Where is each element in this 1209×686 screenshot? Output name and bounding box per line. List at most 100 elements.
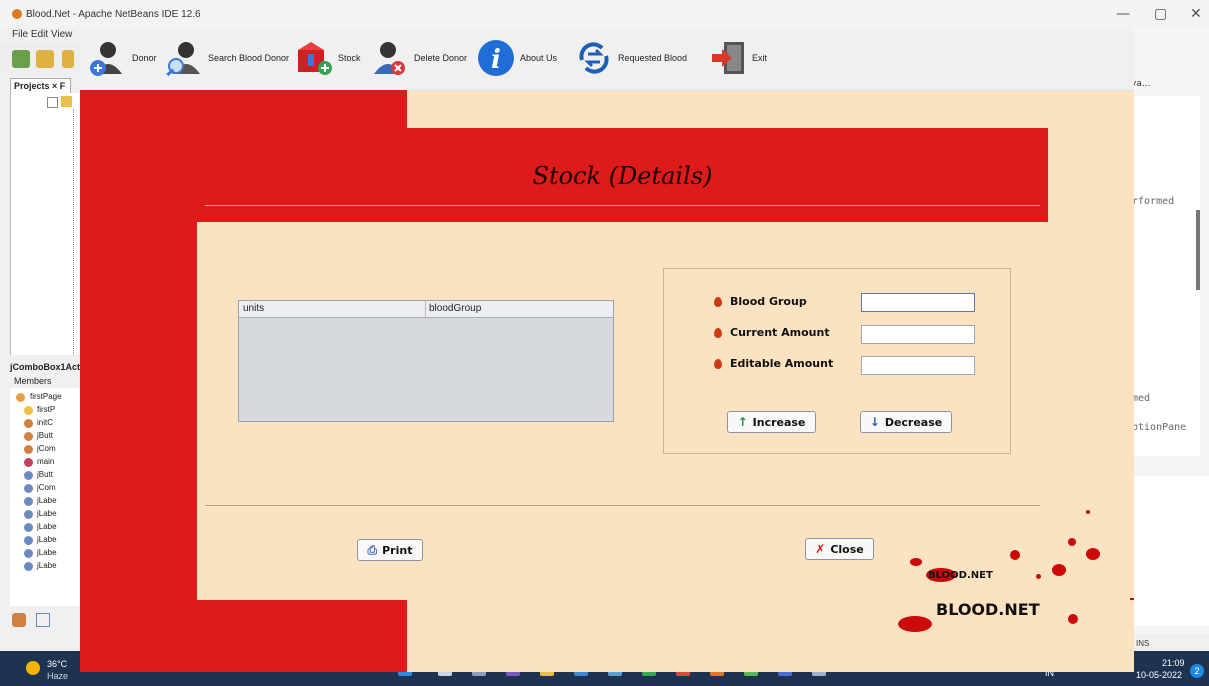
close-x-icon: ✗ (815, 542, 826, 556)
splatter (1086, 548, 1100, 560)
app-toolbar: Donor Search Blood Donor Stock Delete Do… (80, 28, 1134, 91)
new-project-icon[interactable] (12, 50, 30, 68)
weather-sun-icon[interactable] (26, 661, 40, 675)
field-icon (24, 549, 33, 558)
minimize-button[interactable]: — (1116, 6, 1130, 22)
member-item[interactable]: initC (37, 418, 53, 427)
field-icon (24, 497, 33, 506)
refresh-arrows-icon (579, 42, 609, 74)
filter-icon[interactable] (12, 613, 26, 627)
weather-description[interactable]: Haze (47, 671, 68, 681)
exit-label: Exit (752, 53, 768, 63)
red-bottom-block (197, 600, 407, 672)
splatter (1010, 550, 1020, 560)
arrow-up-icon: ↑ (737, 415, 748, 429)
stock-table[interactable]: units bloodGroup (238, 300, 614, 422)
member-item[interactable]: firstP (37, 405, 55, 414)
column-separator[interactable] (425, 301, 426, 317)
notification-badge[interactable]: 2 (1190, 664, 1204, 678)
splatter (1036, 574, 1041, 579)
member-item[interactable]: jLabe (37, 561, 57, 570)
clock-date[interactable]: 10-05-2022 (1136, 670, 1182, 680)
code-line: ptionPane (1132, 422, 1187, 433)
weather-temperature[interactable]: 36°C (47, 659, 67, 669)
add-user-icon (90, 42, 122, 76)
increase-button[interactable]: ↑ Increase (727, 411, 816, 433)
splatter (1086, 510, 1090, 514)
project-tree[interactable] (10, 93, 81, 355)
print-button[interactable]: ⎙ Print (357, 539, 423, 561)
splatter (1052, 564, 1066, 576)
field-icon (24, 484, 33, 493)
members-label: Members (14, 376, 52, 386)
constructor-icon (24, 406, 33, 415)
about-us-label: About Us (520, 53, 558, 63)
title-divider (205, 205, 1040, 206)
member-item[interactable]: jButt (37, 431, 53, 440)
requested-blood-label: Requested Blood (618, 53, 688, 63)
field-icon (24, 536, 33, 545)
tab-projects[interactable]: Projects × F (10, 78, 71, 94)
splatter (898, 616, 932, 632)
stock-box-icon (298, 42, 332, 75)
blood-drop-icon (714, 359, 722, 369)
close-label: Close (830, 542, 864, 556)
donor-button[interactable]: Donor (88, 34, 157, 82)
maximize-button[interactable]: ▢ (1154, 6, 1167, 22)
requested-blood-button[interactable]: Requested Blood (574, 34, 687, 82)
table-header: units bloodGroup (239, 301, 613, 318)
member-item[interactable]: jLabe (37, 535, 57, 544)
close-button[interactable]: ✗ Close (805, 538, 874, 560)
page-title: Stock (Details) (532, 162, 713, 190)
splatter (1068, 614, 1078, 624)
exit-button[interactable]: Exit (708, 34, 767, 82)
method-icon (24, 432, 33, 441)
splatter (910, 558, 922, 566)
member-item[interactable]: firstPage (30, 392, 62, 401)
about-us-button[interactable]: i About Us (476, 34, 557, 82)
donor-label: Donor (132, 53, 157, 63)
fields-filter-icon[interactable] (36, 613, 50, 627)
exit-door-icon (712, 42, 744, 74)
member-item[interactable]: jCom (37, 444, 56, 453)
member-item[interactable]: jLabe (37, 522, 57, 531)
column-header-units[interactable]: units (243, 303, 264, 314)
open-project-icon[interactable] (36, 50, 54, 68)
svg-text:i: i (491, 45, 501, 75)
info-icon: i (478, 40, 514, 76)
method-icon (24, 419, 33, 428)
stock-button[interactable]: Stock (294, 34, 361, 82)
current-amount-input[interactable] (861, 325, 975, 344)
ide-menu-bar[interactable]: File Edit View (12, 29, 72, 40)
expand-icon[interactable] (47, 97, 58, 108)
delete-donor-button[interactable]: Delete Donor (370, 34, 467, 82)
search-user-icon (166, 42, 200, 77)
search-blood-donor-button[interactable]: Search Blood Donor (164, 34, 289, 82)
member-item[interactable]: jCom (37, 483, 56, 492)
close-window-button[interactable]: ✕ (1190, 6, 1202, 22)
editable-amount-input[interactable] (861, 356, 975, 375)
member-item[interactable]: jLabe (37, 548, 57, 557)
splatter (1068, 538, 1076, 546)
decrease-label: Decrease (884, 415, 943, 429)
decrease-button[interactable]: ↓ Decrease (860, 411, 952, 433)
output-panel (1128, 476, 1209, 626)
blood-group-input[interactable] (861, 293, 975, 312)
member-item[interactable]: jLabe (37, 496, 57, 505)
code-editor[interactable]: rformed med ptionPane (1128, 96, 1200, 456)
field-icon (24, 523, 33, 532)
column-header-blood-group[interactable]: bloodGroup (429, 303, 481, 314)
editor-scrollbar[interactable] (1196, 210, 1200, 290)
splatter (1130, 598, 1134, 600)
search-blood-donor-label: Search Blood Donor (208, 53, 290, 63)
stock-edit-panel: Blood Group Current Amount Editable Amou… (663, 268, 1011, 454)
print-label: Print (382, 543, 413, 557)
member-item[interactable]: main (37, 457, 54, 466)
member-item[interactable]: jLabe (37, 509, 57, 518)
clock-time[interactable]: 21:09 (1162, 658, 1185, 668)
navigator-title: jComboBox1Act (10, 362, 81, 372)
save-icon[interactable] (62, 50, 74, 68)
blood-group-label: Blood Group (730, 295, 807, 308)
member-item[interactable]: jButt (37, 470, 53, 479)
members-list[interactable]: firstPage firstP initC jButt jCom main j… (10, 388, 80, 606)
